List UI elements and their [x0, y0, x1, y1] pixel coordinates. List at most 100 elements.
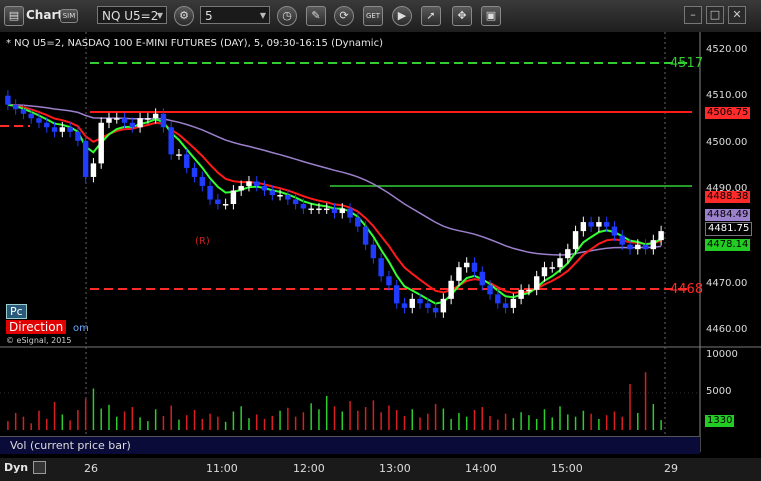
cursor-icon[interactable]: ➚ [421, 6, 441, 26]
volume-label-bar: Vol (current price bar) [0, 436, 700, 454]
y-tick: 4500.00 [706, 137, 748, 148]
play-icon[interactable]: ▶ [392, 6, 412, 26]
time-tick: 14:00 [465, 462, 497, 475]
direction-suffix: om [73, 323, 89, 334]
dyn-toggle-icon[interactable] [33, 461, 46, 474]
candle-body [401, 303, 408, 308]
candle-body [129, 122, 136, 128]
candle-body [238, 185, 244, 191]
candle-body [246, 181, 252, 186]
candle-body [261, 185, 268, 191]
tag-icon[interactable]: ✥ [452, 6, 472, 26]
vol-current-tag: 1330 [705, 415, 735, 427]
candle-body [440, 298, 447, 313]
title-bar: ▤ Chart SIM NQ U5=2 ▼ ⚙ 5 ▼ ◷ ✎ ⟳ GET ▶ ➚ … [0, 0, 761, 33]
candle-body [425, 303, 431, 308]
settings-icon[interactable]: ⚙ [174, 6, 194, 26]
candle-body [82, 140, 89, 177]
time-tick: 26 [84, 462, 98, 475]
candle-body [370, 244, 377, 259]
candle-body [603, 222, 610, 227]
candle-body [324, 208, 330, 211]
price-tag-red: 4488.38 [705, 191, 751, 203]
pc-label[interactable]: Pc [6, 304, 27, 319]
candle-body [254, 181, 260, 186]
volume-label: Vol (current price bar) [10, 439, 131, 452]
direction-label[interactable]: Direction [6, 320, 67, 334]
candle-body [448, 280, 454, 299]
candle-body [199, 176, 206, 186]
clock-icon[interactable]: ◷ [277, 6, 297, 26]
candle-body [650, 240, 657, 250]
candle-body [393, 285, 400, 304]
candle-body [495, 294, 501, 304]
interval-value: 5 [205, 9, 213, 23]
candle-body [580, 222, 587, 232]
candle-body [541, 267, 548, 277]
candle-body [121, 118, 128, 123]
pencil-icon[interactable]: ✎ [306, 6, 326, 26]
candle-body [588, 222, 594, 227]
candle-body [409, 298, 415, 308]
candle-body [184, 154, 190, 168]
time-tick: 13:00 [379, 462, 411, 475]
level-label-upper: 4517 [670, 56, 704, 71]
candle-body [611, 226, 618, 236]
candle-body [75, 131, 81, 141]
sim-icon[interactable]: SIM [60, 9, 78, 23]
minimize-button[interactable]: – [684, 6, 702, 24]
candle-body [572, 231, 579, 250]
candle-body [378, 258, 384, 277]
chart-window: ▤ Chart SIM NQ U5=2 ▼ ⚙ 5 ▼ ◷ ✎ ⟳ GET ▶ ➚ … [0, 0, 761, 481]
y-tick: 4470.00 [706, 278, 748, 289]
candle-body [355, 217, 361, 227]
dyn-label[interactable]: Dyn [4, 461, 28, 474]
candle-body [565, 249, 571, 259]
candle-body [502, 303, 509, 308]
vol-tick: 5000 [706, 386, 732, 397]
candle-body [292, 199, 299, 205]
candle-body [642, 244, 649, 250]
r-marker: (R) [195, 236, 210, 247]
time-tick: 12:00 [293, 462, 325, 475]
time-tick: 11:00 [206, 462, 238, 475]
refresh-icon[interactable]: ⟳ [334, 6, 354, 26]
y-tick: 4460.00 [706, 324, 748, 335]
interval-select[interactable]: 5 ▼ [200, 6, 270, 24]
candle-body [191, 167, 198, 177]
chart-header: * NQ U5=2, NASDAQ 100 E-MINI FUTURES (DA… [6, 38, 383, 49]
candle-body [59, 127, 66, 132]
candle-body [510, 298, 517, 308]
get-icon[interactable]: GET [363, 6, 383, 26]
candle-body [106, 118, 112, 123]
time-tick: 15:00 [551, 462, 583, 475]
candle-body [230, 190, 237, 205]
candle-body [207, 185, 213, 200]
price-tag-red-upper: 4506.75 [705, 107, 751, 119]
candle-body [487, 285, 493, 295]
candle-body [20, 109, 27, 114]
candle-body [331, 208, 338, 214]
candle-body [12, 104, 19, 110]
candle-body [137, 118, 143, 128]
price-tag-green: 4478.14 [705, 239, 751, 251]
candle-body [168, 127, 174, 155]
candle-body [479, 271, 485, 286]
candle-body [160, 113, 167, 128]
y-tick: 4510.00 [706, 90, 748, 101]
level-label-lower: 4468 [670, 282, 704, 297]
candle-body [285, 195, 291, 200]
candle-body [36, 118, 42, 123]
symbol-input[interactable]: NQ U5=2 ▼ [97, 6, 167, 24]
price-chart[interactable] [0, 32, 761, 481]
close-button[interactable]: ✕ [728, 6, 746, 24]
maximize-button[interactable]: □ [706, 6, 724, 24]
candle-body [518, 289, 524, 299]
window-icon[interactable]: ▣ [481, 6, 501, 26]
chart-icon: ▤ [4, 6, 24, 26]
candle-body [44, 122, 50, 128]
candle-body [90, 163, 97, 177]
candle-body [222, 204, 229, 206]
candle-body [98, 122, 104, 164]
candle-body [308, 208, 314, 211]
